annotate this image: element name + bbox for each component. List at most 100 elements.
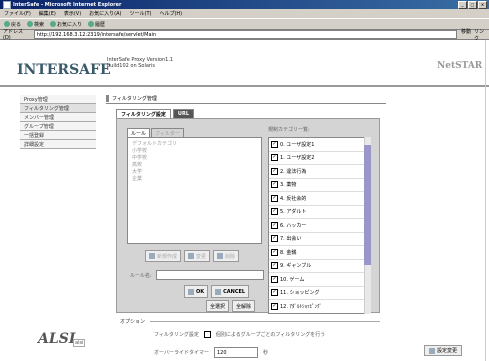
favorites-icon (50, 21, 57, 27)
rule-list[interactable]: デフォルトカテゴリ 小学校 中学校 高校 大学 企業 (127, 137, 262, 244)
cancel-button[interactable]: CANCEL (211, 285, 250, 298)
window-title: InterSafe - Microsoft Internet Explorer (13, 1, 122, 8)
category-checkbox[interactable]: ✓ (271, 262, 278, 270)
search-button[interactable]: 検索 (27, 21, 44, 28)
close-button[interactable]: × (478, 1, 487, 9)
category-item[interactable]: ✓13. ウェブチャット (269, 314, 370, 315)
list-item[interactable]: 中学校 (132, 155, 257, 162)
category-item[interactable]: ✓ 2. 違法行為 (269, 165, 370, 179)
intersafe-logo: INTERSAFE (17, 62, 111, 78)
category-checkbox[interactable]: ✓ (271, 275, 278, 283)
category-item[interactable]: ✓ 11. ショッピング (269, 287, 370, 300)
menu-file[interactable]: ファイル(F) (4, 10, 31, 17)
page-right-border (485, 40, 486, 361)
list-item[interactable]: 大学 (132, 169, 257, 176)
list-item[interactable]: 企業 (132, 176, 257, 183)
options-title: オプション (120, 319, 146, 325)
category-label: 4. 反社会的 (280, 195, 307, 202)
address-input[interactable]: http://192.168.3.12:2319/intersafe/servl… (33, 30, 458, 39)
sidebar-item-filtering[interactable]: フィルタリング管理 (20, 104, 96, 113)
scroll-thumb[interactable] (364, 145, 371, 265)
rule-name-input[interactable] (156, 270, 264, 280)
back-button[interactable]: 戻る (4, 21, 21, 28)
cancel-icon (215, 288, 222, 295)
edit-icon (188, 253, 195, 259)
category-checkbox[interactable]: ✓ (271, 181, 278, 189)
category-item[interactable]: ✓ 4. 反社会的 (269, 192, 370, 206)
category-list: ✓ 0. ユーザ設定1 ✓ 1. ユーザ設定2 ✓ 2. 違法行為 ✓ 3. 薬物 ✓ 4. 反社… (268, 137, 371, 314)
category-checkbox[interactable]: ✓ (271, 248, 278, 256)
category-checkbox[interactable]: ✓ (271, 235, 278, 243)
sidebar-item-groups[interactable]: グループ管理 (20, 122, 96, 131)
menu-favorites[interactable]: お気に入り(A) (89, 10, 121, 17)
delete-rule-button[interactable]: 削除 (213, 250, 240, 262)
menu-bar: ファイル(F) 編集(E) 表示(V) お気に入り(A) ツール(T) ヘルプ(… (0, 9, 489, 19)
menu-help[interactable]: ヘルプ(H) (159, 10, 182, 17)
category-checkbox[interactable]: ✓ (271, 302, 278, 310)
category-item[interactable]: ✓ 12. ｱﾀﾞﾙﾄｼｮｯﾋﾟﾝｸﾞ (269, 300, 370, 313)
menu-edit[interactable]: 編集(E) (39, 10, 56, 17)
minimize-button[interactable]: _ (458, 1, 467, 9)
menu-tools[interactable]: ツール(T) (130, 10, 152, 17)
category-checkbox[interactable]: ✓ (271, 194, 278, 202)
category-item[interactable]: ✓ 3. 薬物 (269, 179, 370, 192)
category-checkbox[interactable]: ✓ (271, 154, 278, 162)
new-rule-button[interactable]: 新規作成 (145, 250, 182, 262)
category-item[interactable]: ✓ 7. 出会い (269, 233, 370, 246)
select-all-button[interactable]: 全選択 (206, 300, 230, 312)
list-item[interactable]: 小学校 (132, 148, 257, 155)
category-label: 0. ユーザ設定1 (280, 141, 315, 148)
version-info: InterSafe Proxy Version1.1 build102 on S… (107, 57, 174, 69)
category-checkbox[interactable]: ✓ (271, 208, 278, 216)
category-item[interactable]: ✓ 1. ユーザ設定2 (269, 152, 370, 165)
category-item[interactable]: ✓ 0. ユーザ設定1 (269, 138, 370, 152)
category-checkbox[interactable]: ✓ (271, 289, 278, 297)
category-item[interactable]: ✓ 10. ゲーム (269, 273, 370, 287)
maximize-button[interactable]: □ (468, 1, 477, 9)
rule-buttons: 新規作成 変更 削除 (145, 250, 240, 262)
apply-settings-button[interactable]: 設定変更 (424, 345, 463, 356)
filter-option-row: フィルタリング設定 個別によるグループごとのフィルタリングを行う (154, 331, 325, 338)
alsi-sub-badge: alsi (73, 339, 86, 347)
category-label: 3. 薬物 (280, 182, 297, 189)
new-icon (149, 253, 155, 259)
netstar-logo: NetSTAR (437, 61, 483, 71)
category-label: 12. ｱﾀﾞﾙﾄｼｮｯﾋﾟﾝｸﾞ (280, 303, 323, 310)
filter-option-label: フィルタリング設定 (154, 332, 199, 338)
history-button[interactable]: 履歴 (88, 21, 105, 28)
favorites-button[interactable]: お気に入り (50, 21, 82, 28)
category-checkbox[interactable]: ✓ (271, 167, 278, 175)
ok-button[interactable]: OK (184, 285, 209, 298)
edit-rule-button[interactable]: 変更 (184, 250, 211, 262)
rule-name-label: ルール名: (130, 273, 152, 279)
sidebar-item-proxy[interactable]: Proxy管理 (20, 95, 96, 104)
category-checkbox[interactable]: ✓ (271, 140, 278, 148)
category-checkbox[interactable]: ✓ (271, 221, 278, 229)
category-item[interactable]: ✓ 6. ハッカー (269, 219, 370, 233)
deselect-all-button[interactable]: 全解除 (232, 300, 256, 312)
sidebar: Proxy管理 フィルタリング管理 メンバー管理 グループ管理 一括登録 詳細設… (20, 95, 96, 149)
timeout-label: オーバーライドタイマー (154, 350, 209, 356)
address-bar: アドレス(D) http://192.168.3.12:2319/intersa… (0, 29, 489, 42)
menu-view[interactable]: 表示(V) (64, 10, 81, 17)
sidebar-item-members[interactable]: メンバー管理 (20, 113, 96, 122)
category-item[interactable]: ✓ 5. アダルト (269, 206, 370, 219)
category-label: 6. ハッカー (280, 222, 307, 229)
history-icon (88, 21, 95, 27)
filter-option-checkbox[interactable] (203, 331, 211, 338)
category-label: 7. 出会い (280, 236, 302, 243)
timeout-row: オーバーライドタイマー 120 秒 (154, 347, 268, 358)
list-item[interactable]: 高校 (132, 162, 257, 169)
category-label: 8. 金銭 (280, 249, 297, 256)
ok-icon (188, 288, 194, 295)
sidebar-item-advanced[interactable]: 詳細設定 (20, 140, 96, 149)
timeout-input[interactable]: 120 (213, 347, 258, 358)
apply-icon (429, 347, 435, 354)
category-item[interactable]: ✓ 9. ギャンブル (269, 260, 370, 273)
category-item[interactable]: ✓ 8. 金銭 (269, 246, 370, 260)
alsi-logo: ALSI (38, 331, 76, 347)
category-label: 5. アダルト (280, 209, 307, 216)
header-divider (0, 85, 489, 87)
list-item[interactable]: デフォルトカテゴリ (132, 141, 257, 148)
sidebar-item-bulk[interactable]: 一括登録 (20, 131, 96, 140)
